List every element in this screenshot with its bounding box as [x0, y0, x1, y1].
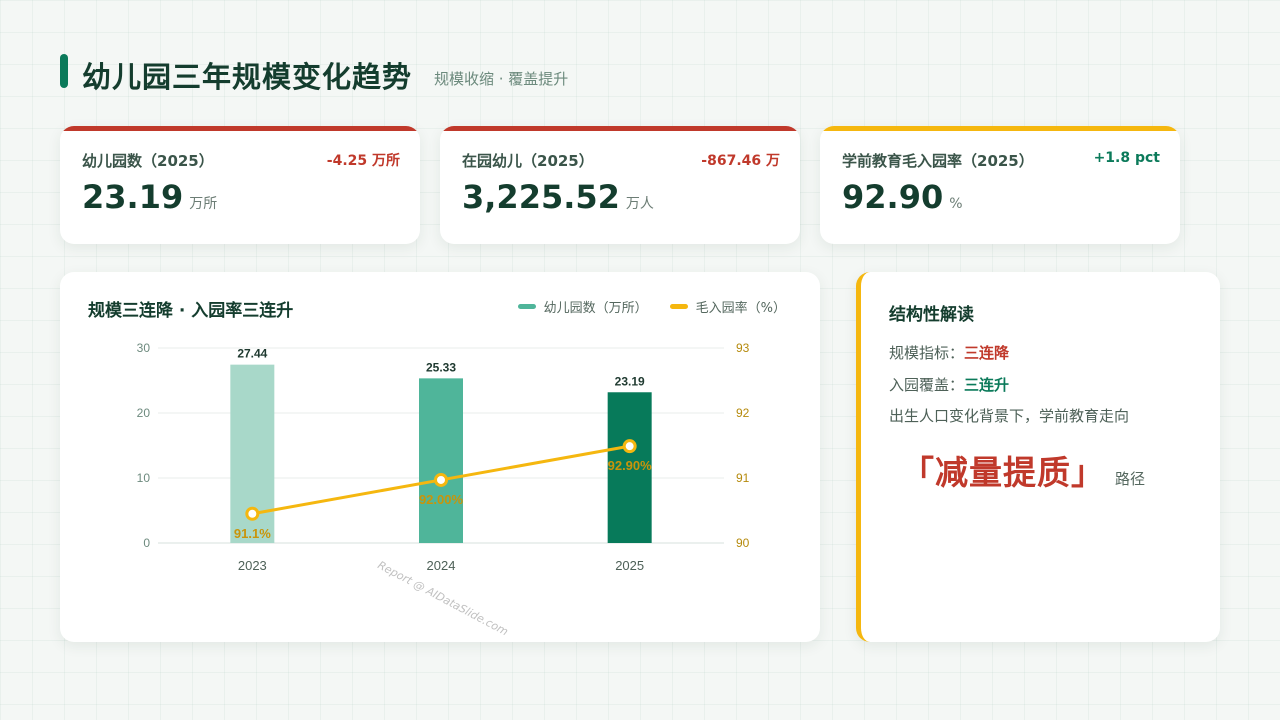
kpi-delta: -867.46 万: [701, 153, 780, 169]
kpi-label: 在园幼儿（2025）: [462, 152, 594, 170]
kpi-unit: 万人: [625, 196, 654, 212]
chart-card: 规模三连降 · 入园率三连升 幼儿园数（万所） 毛入园率（%） 0 10 20 30 9…: [60, 272, 820, 642]
bar-value-label: 25.33: [426, 360, 456, 374]
insight-coverage-line: 入园覆盖：三连升: [889, 374, 1009, 395]
insight-keyword: 「减量提质」: [901, 453, 1105, 492]
kpi-value: 23.19 万所: [82, 178, 217, 216]
insight-card: 结构性解读 规模指标：三连降 入园覆盖：三连升 出生人口变化背景下，学前教育走向…: [856, 272, 1220, 642]
bar-value-label: 27.44: [237, 347, 267, 361]
insight-conclusion: 「减量提质」 路径: [901, 446, 1145, 494]
insight-scale-line: 规模指标：三连降: [889, 342, 1009, 363]
kpi-card-enrolled-children: 在园幼儿（2025） -867.46 万 3,225.52 万人: [440, 126, 800, 244]
kpi-accent-line: [440, 126, 800, 131]
kpi-number: 3,225.52: [462, 178, 620, 216]
rate-point: [434, 472, 448, 487]
bar-value-label: 23.19: [615, 374, 645, 388]
kpi-label: 幼儿园数（2025）: [82, 152, 214, 170]
y-right-tick-label: 91: [736, 471, 750, 485]
kpi-delta: -4.25 万所: [326, 153, 400, 169]
x-tick-label: 2025: [615, 558, 644, 573]
y-right-tick-label: 92: [736, 406, 750, 420]
rate-point: [622, 439, 637, 454]
insight-coverage-label: 入园覆盖：: [889, 376, 965, 394]
rate-value-label: 92.90%: [608, 458, 653, 473]
page-title: 幼儿园三年规模变化趋势: [82, 60, 413, 94]
y-left-tick-label: 30: [137, 341, 151, 355]
insight-scale-value: 三连降: [964, 344, 1010, 362]
rate-value-label: 91.1%: [234, 526, 271, 541]
y-left-tick-label: 0: [143, 536, 150, 550]
kpi-delta: +1.8 pct: [1093, 150, 1160, 166]
kpi-value: 3,225.52 万人: [462, 178, 654, 216]
y-left-tick-label: 20: [137, 406, 151, 420]
kpi-accent-line: [60, 126, 420, 131]
kpi-card-enrollment-rate: 学前教育毛入园率（2025） +1.8 pct 92.90%: [820, 126, 1180, 244]
bar: [419, 378, 463, 543]
rate-value-label: 92.00%: [419, 492, 464, 507]
kpi-accent-line: [820, 126, 1180, 131]
y-right-tick-label: 90: [736, 536, 750, 550]
insight-title: 结构性解读: [889, 305, 974, 325]
kpi-card-kindergartens: 幼儿园数（2025） -4.25 万所 23.19 万所: [60, 126, 420, 244]
insight-scale-label: 规模指标：: [889, 344, 965, 362]
page-subtitle: 规模收缩 · 覆盖提升: [434, 70, 569, 88]
y-right-tick-label: 93: [736, 341, 750, 355]
kpi-value: 92.90%: [842, 178, 963, 216]
kpi-number: 92.90: [842, 178, 944, 216]
insight-context-line: 出生人口变化背景下，学前教育走向: [889, 407, 1130, 425]
insight-suffix: 路径: [1115, 470, 1146, 488]
title-accent-bar: [60, 54, 68, 88]
combo-chart: 0 10 20 30 90 91 92 93 27.44 25.33 23.19 2023 2024 20…: [137, 341, 750, 573]
kpi-number: 23.19: [82, 178, 184, 216]
x-tick-label: 2024: [427, 558, 456, 573]
kpi-label: 学前教育毛入园率（2025）: [842, 152, 1034, 170]
x-tick-label: 2023: [238, 558, 267, 573]
kpi-unit: 万所: [189, 196, 218, 212]
rate-point: [245, 506, 260, 521]
insight-coverage-value: 三连升: [964, 376, 1010, 394]
y-left-tick-label: 10: [137, 471, 151, 485]
kpi-unit: %: [949, 196, 963, 212]
